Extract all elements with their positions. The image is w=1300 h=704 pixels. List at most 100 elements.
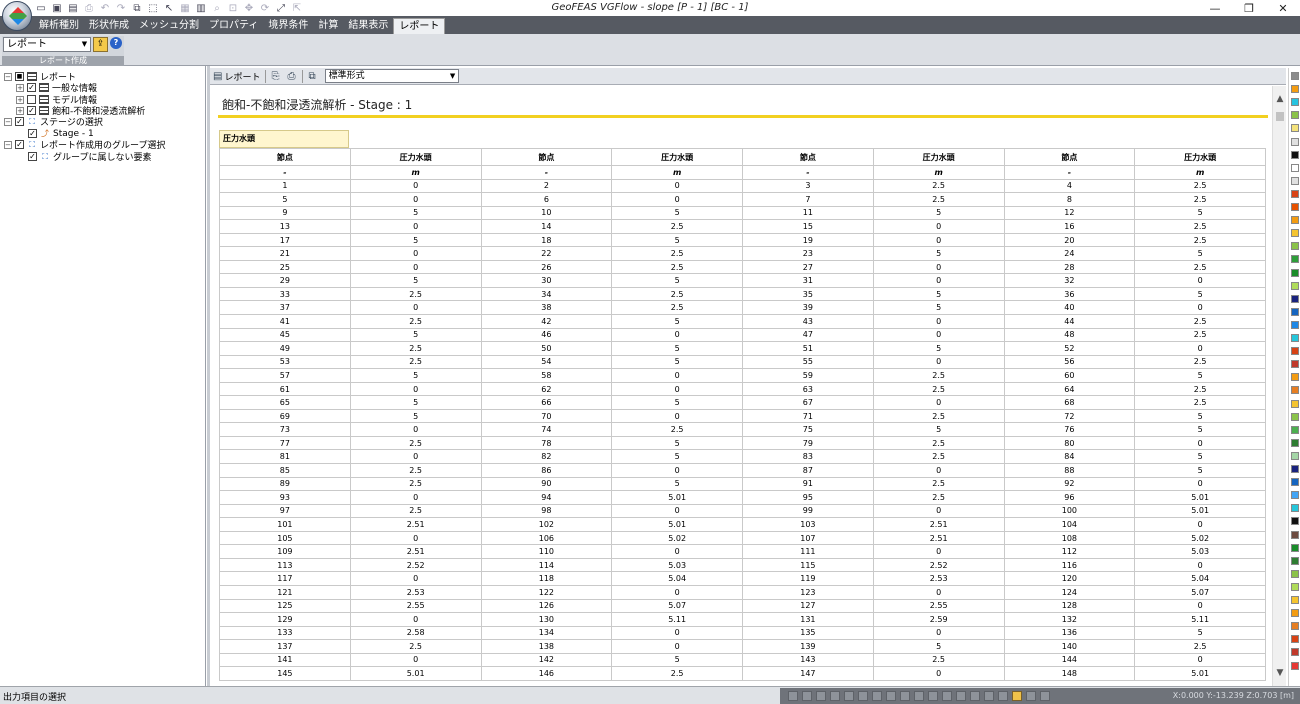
- parallel-snap-icon[interactable]: [970, 691, 980, 701]
- window-2-icon[interactable]: [998, 691, 1008, 701]
- color-swatch[interactable]: [1291, 347, 1299, 356]
- color-swatch[interactable]: [1291, 72, 1299, 80]
- scroll-down-icon[interactable]: ▼: [1273, 668, 1287, 678]
- color-swatch[interactable]: [1291, 451, 1299, 460]
- color-swatch[interactable]: [1291, 294, 1299, 303]
- checkbox-checked[interactable]: ✓: [15, 117, 24, 126]
- help-button[interactable]: ?: [110, 37, 122, 49]
- window-1-icon[interactable]: [984, 691, 994, 701]
- color-swatch[interactable]: [1291, 491, 1299, 500]
- report-select[interactable]: レポート ▼: [3, 37, 91, 52]
- collapse-icon[interactable]: −: [4, 117, 12, 126]
- color-swatch[interactable]: [1291, 373, 1299, 382]
- color-swatch[interactable]: [1291, 582, 1299, 591]
- nearest-snap-icon[interactable]: [928, 691, 938, 701]
- close-button[interactable]: ✕: [1266, 0, 1300, 16]
- perpendicular-snap-icon[interactable]: [900, 691, 910, 701]
- tab-properties[interactable]: プロパティ: [204, 18, 263, 34]
- report-button[interactable]: ▤ レポート: [210, 69, 263, 83]
- export-word-button[interactable]: ⎘: [268, 69, 284, 83]
- tab-calculation[interactable]: 計算: [313, 18, 343, 34]
- tab-mesh[interactable]: メッシュ分割: [134, 18, 204, 34]
- color-swatch[interactable]: [1291, 163, 1299, 172]
- color-swatch[interactable]: [1291, 124, 1299, 133]
- chevron-down-icon[interactable]: ▼: [449, 70, 457, 82]
- tab-report[interactable]: レポート: [393, 18, 446, 34]
- expand-icon[interactable]: +: [16, 106, 24, 115]
- color-swatch[interactable]: [1291, 609, 1299, 618]
- detail-view-icon[interactable]: [1040, 691, 1050, 701]
- color-swatch[interactable]: [1291, 281, 1299, 290]
- node-snap-icon[interactable]: [830, 691, 840, 701]
- minimize-button[interactable]: —: [1198, 0, 1232, 16]
- color-swatch[interactable]: [1291, 517, 1299, 526]
- color-swatch[interactable]: [1291, 137, 1299, 146]
- tab-analysis-type[interactable]: 解析種別: [34, 18, 84, 34]
- color-swatch[interactable]: [1291, 176, 1299, 185]
- color-swatch[interactable]: [1291, 661, 1299, 670]
- color-swatch[interactable]: [1291, 229, 1299, 238]
- color-swatch[interactable]: [1291, 648, 1299, 657]
- collapse-icon[interactable]: −: [4, 72, 12, 81]
- ortho-toggle-icon[interactable]: [816, 691, 826, 701]
- color-swatch[interactable]: [1291, 98, 1299, 107]
- color-swatch[interactable]: [1291, 150, 1299, 159]
- checkbox-checked[interactable]: ✓: [15, 140, 24, 149]
- quadrant-snap-icon[interactable]: [942, 691, 952, 701]
- color-swatch[interactable]: [1291, 399, 1299, 408]
- color-swatch[interactable]: [1291, 635, 1299, 644]
- collapse-icon[interactable]: −: [4, 140, 12, 149]
- restore-button[interactable]: ❐: [1232, 0, 1266, 16]
- scroll-thumb[interactable]: [1276, 112, 1284, 121]
- checkbox-partial[interactable]: ■: [15, 72, 24, 81]
- color-swatch[interactable]: [1291, 438, 1299, 447]
- color-swatch[interactable]: [1291, 465, 1299, 473]
- color-swatch[interactable]: [1291, 622, 1299, 631]
- checkbox-checked[interactable]: ✓: [27, 83, 36, 92]
- print-button[interactable]: ⎙: [284, 69, 300, 83]
- midpoint-snap-icon[interactable]: [858, 691, 868, 701]
- tree-item-ungrouped-elements[interactable]: ✓ ⛶ グループに属しない要素: [28, 151, 151, 163]
- color-swatch[interactable]: [1291, 85, 1299, 94]
- checkbox-checked[interactable]: ✓: [28, 152, 37, 161]
- scroll-up-icon[interactable]: ▲: [1273, 94, 1287, 104]
- chevron-down-icon[interactable]: ▼: [80, 39, 89, 50]
- color-swatch[interactable]: [1291, 360, 1299, 369]
- color-swatch[interactable]: [1291, 268, 1299, 277]
- tab-results[interactable]: 結果表示: [343, 18, 393, 34]
- tab-boundary-conditions[interactable]: 境界条件: [263, 18, 313, 34]
- color-swatch[interactable]: [1291, 242, 1299, 251]
- checkbox-unchecked[interactable]: [27, 95, 36, 104]
- color-swatch[interactable]: [1291, 203, 1299, 211]
- extension-snap-icon[interactable]: [956, 691, 966, 701]
- report-view-icon[interactable]: [1012, 691, 1022, 701]
- color-swatch[interactable]: [1291, 543, 1299, 552]
- intersection-snap-icon[interactable]: [886, 691, 896, 701]
- color-swatch[interactable]: [1291, 425, 1299, 434]
- tree-item-stage-select[interactable]: − ✓ ⛶ ステージの選択: [4, 116, 103, 128]
- list-view-icon[interactable]: [1026, 691, 1036, 701]
- color-swatch[interactable]: [1291, 111, 1299, 120]
- preview-button[interactable]: ⧉: [305, 69, 320, 83]
- report-vertical-scrollbar[interactable]: ▲ ▼: [1272, 86, 1286, 686]
- tab-geometry[interactable]: 形状作成: [84, 18, 134, 34]
- color-swatch[interactable]: [1291, 530, 1299, 539]
- color-swatch[interactable]: [1291, 216, 1299, 225]
- snap-toggle-icon[interactable]: [802, 691, 812, 701]
- edge-snap-icon[interactable]: [844, 691, 854, 701]
- tangent-snap-icon[interactable]: [914, 691, 924, 701]
- application-menu-button[interactable]: [2, 1, 32, 31]
- export-report-button[interactable]: ⇪: [93, 37, 108, 52]
- checkbox-checked[interactable]: ✓: [28, 129, 37, 138]
- format-select[interactable]: 標準形式 ▼: [324, 69, 459, 83]
- color-swatch[interactable]: [1291, 334, 1299, 342]
- color-swatch[interactable]: [1291, 569, 1299, 578]
- color-swatch[interactable]: [1291, 189, 1299, 198]
- color-swatch[interactable]: [1291, 478, 1299, 487]
- color-swatch[interactable]: [1291, 255, 1299, 264]
- color-swatch[interactable]: [1291, 386, 1299, 395]
- expand-icon[interactable]: +: [16, 83, 24, 92]
- color-swatch[interactable]: [1291, 596, 1299, 604]
- color-swatch[interactable]: [1291, 320, 1299, 329]
- tree-item-general-info[interactable]: + ✓ 一般な情報: [16, 82, 97, 94]
